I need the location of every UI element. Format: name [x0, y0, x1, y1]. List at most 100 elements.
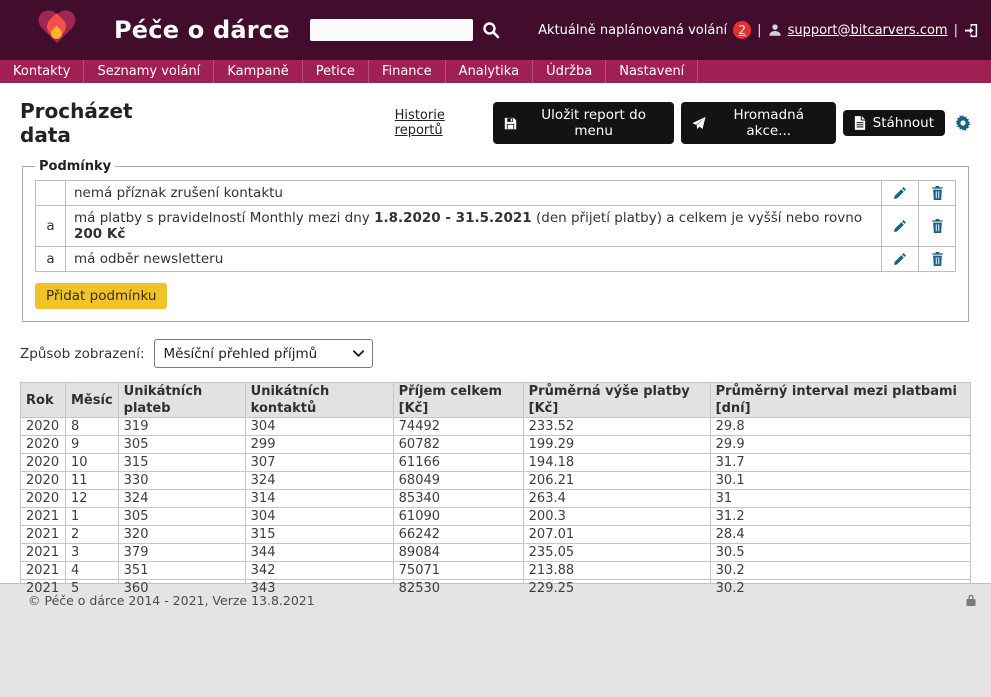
download-label: Stáhnout — [873, 115, 934, 131]
table-cell: 2021 — [21, 508, 66, 526]
table-row: 2020930529960782199.2929.9 — [21, 436, 971, 454]
nav-item-nastaveni[interactable]: Nastavení — [606, 60, 698, 83]
nav-item-analytika[interactable]: Analytika — [446, 60, 533, 83]
table-row: 2020831930474492233.5229.8 — [21, 418, 971, 436]
report-history-link[interactable]: Historie reportů — [395, 108, 494, 138]
table-cell: 28.4 — [710, 526, 970, 544]
nav-item-kontakty[interactable]: Kontakty — [0, 60, 84, 83]
display-mode-select[interactable]: Měsíční přehled příjmů — [154, 339, 373, 368]
table-cell: 315 — [245, 526, 393, 544]
table-cell: 68049 — [393, 472, 523, 490]
table-cell: 61166 — [393, 454, 523, 472]
save-report-button[interactable]: Uložit report do menu — [493, 102, 673, 144]
report-settings-button[interactable] — [955, 115, 971, 131]
condition-row: a má odběr newsletteru — [36, 247, 956, 272]
nav-item-udrzba[interactable]: Údržba — [533, 60, 606, 83]
search-input[interactable] — [310, 19, 473, 41]
trash-icon — [931, 252, 944, 266]
table-cell: 1 — [66, 508, 119, 526]
table-cell: 60782 — [393, 436, 523, 454]
results-table: Rok Měsíc Unikátních plateb Unikátních k… — [20, 382, 971, 598]
table-cell: 213.88 — [523, 562, 710, 580]
save-report-label: Uložit report do menu — [524, 107, 662, 139]
nav-item-finance[interactable]: Finance — [369, 60, 446, 83]
column-header-prijem: Příjem celkem [Kč] — [393, 383, 523, 418]
main-content: Procházet data Historie reportů Uložit r… — [0, 83, 991, 583]
column-header-plateb: Unikátních plateb — [118, 383, 245, 418]
table-cell: 315 — [118, 454, 245, 472]
app-header: Péče o dárce Aktuálně naplánovaná volání… — [0, 0, 991, 60]
condition-text: nemá příznak zrušení kontaktu — [66, 181, 882, 206]
download-button[interactable]: Stáhnout — [843, 110, 945, 136]
table-cell: 307 — [245, 454, 393, 472]
table-cell: 89084 — [393, 544, 523, 562]
table-cell: 324 — [245, 472, 393, 490]
pencil-icon — [893, 252, 907, 266]
table-cell: 2021 — [21, 544, 66, 562]
edit-condition-button[interactable] — [893, 186, 907, 200]
search-icon — [482, 21, 500, 39]
table-cell: 199.29 — [523, 436, 710, 454]
main-nav: Kontakty Seznamy volání Kampaně Petice F… — [0, 60, 991, 83]
edit-condition-button[interactable] — [893, 219, 907, 233]
logout-button[interactable] — [964, 23, 979, 38]
table-cell: 4 — [66, 562, 119, 580]
document-icon — [854, 116, 866, 130]
delete-condition-button[interactable] — [931, 219, 944, 233]
add-condition-button[interactable]: Přidat podmínku — [35, 283, 167, 309]
bulk-action-button[interactable]: Hromadná akce... — [681, 102, 836, 144]
nav-item-kampane[interactable]: Kampaně — [214, 60, 302, 83]
table-cell: 30.1 — [710, 472, 970, 490]
page-footer: © Péče o dárce 2014 - 2021, Verze 13.8.2… — [0, 583, 991, 697]
column-header-mesic: Měsíc — [66, 383, 119, 418]
delete-condition-button[interactable] — [931, 186, 944, 200]
condition-operator: a — [36, 206, 66, 247]
table-row: 2021232031566242207.0128.4 — [21, 526, 971, 544]
condition-operator: a — [36, 247, 66, 272]
table-cell: 2020 — [21, 436, 66, 454]
table-cell: 2021 — [21, 562, 66, 580]
table-cell: 61090 — [393, 508, 523, 526]
table-cell: 263.4 — [523, 490, 710, 508]
table-cell: 9 — [66, 436, 119, 454]
copyright-text: © Péče o dárce 2014 - 2021, Verze 13.8.2… — [28, 593, 315, 608]
table-cell: 2021 — [21, 526, 66, 544]
separator: | — [954, 23, 958, 38]
conditions-panel: Podmínky nemá příznak zrušení kontaktu a… — [22, 159, 969, 322]
table-cell: 12 — [66, 490, 119, 508]
table-cell: 31.2 — [710, 508, 970, 526]
header-user-area: Aktuálně naplánovaná volání 2 | support@… — [538, 0, 979, 60]
bulk-action-label: Hromadná akce... — [713, 107, 825, 139]
table-row: 2021130530461090200.331.2 — [21, 508, 971, 526]
table-cell: 299 — [245, 436, 393, 454]
table-row: 2021435134275071213.8830.2 — [21, 562, 971, 580]
table-cell: 194.18 — [523, 454, 710, 472]
table-cell: 2020 — [21, 454, 66, 472]
edit-condition-button[interactable] — [893, 252, 907, 266]
search-button[interactable] — [482, 21, 500, 39]
nav-item-seznamy-volani[interactable]: Seznamy volání — [84, 60, 214, 83]
user-email-link[interactable]: support@bitcarvers.com — [788, 23, 948, 38]
planned-calls-badge[interactable]: 2 — [733, 21, 751, 39]
gear-icon — [955, 115, 971, 131]
table-cell: 29.8 — [710, 418, 970, 436]
nav-item-petice[interactable]: Petice — [303, 60, 369, 83]
table-cell: 31 — [710, 490, 970, 508]
delete-condition-button[interactable] — [931, 252, 944, 266]
table-row: 20201133032468049206.2130.1 — [21, 472, 971, 490]
condition-row: a má platby s pravidelností Monthly mezi… — [36, 206, 956, 247]
table-cell: 207.01 — [523, 526, 710, 544]
table-cell: 379 — [118, 544, 245, 562]
save-icon — [504, 117, 517, 130]
column-header-prumerna: Průměrná výše platby [Kč] — [523, 383, 710, 418]
table-header-row: Rok Měsíc Unikátních plateb Unikátních k… — [21, 383, 971, 418]
app-logo[interactable] — [22, 2, 92, 58]
display-mode-row: Způsob zobrazení: Měsíční přehled příjmů — [20, 339, 971, 368]
planned-calls-label: Aktuálně naplánovaná volání — [538, 23, 727, 38]
table-cell: 304 — [245, 418, 393, 436]
table-cell: 75071 — [393, 562, 523, 580]
table-row: 2021337934489084235.0530.5 — [21, 544, 971, 562]
table-cell: 324 — [118, 490, 245, 508]
user-icon — [768, 23, 782, 37]
lock-icon — [965, 593, 977, 607]
